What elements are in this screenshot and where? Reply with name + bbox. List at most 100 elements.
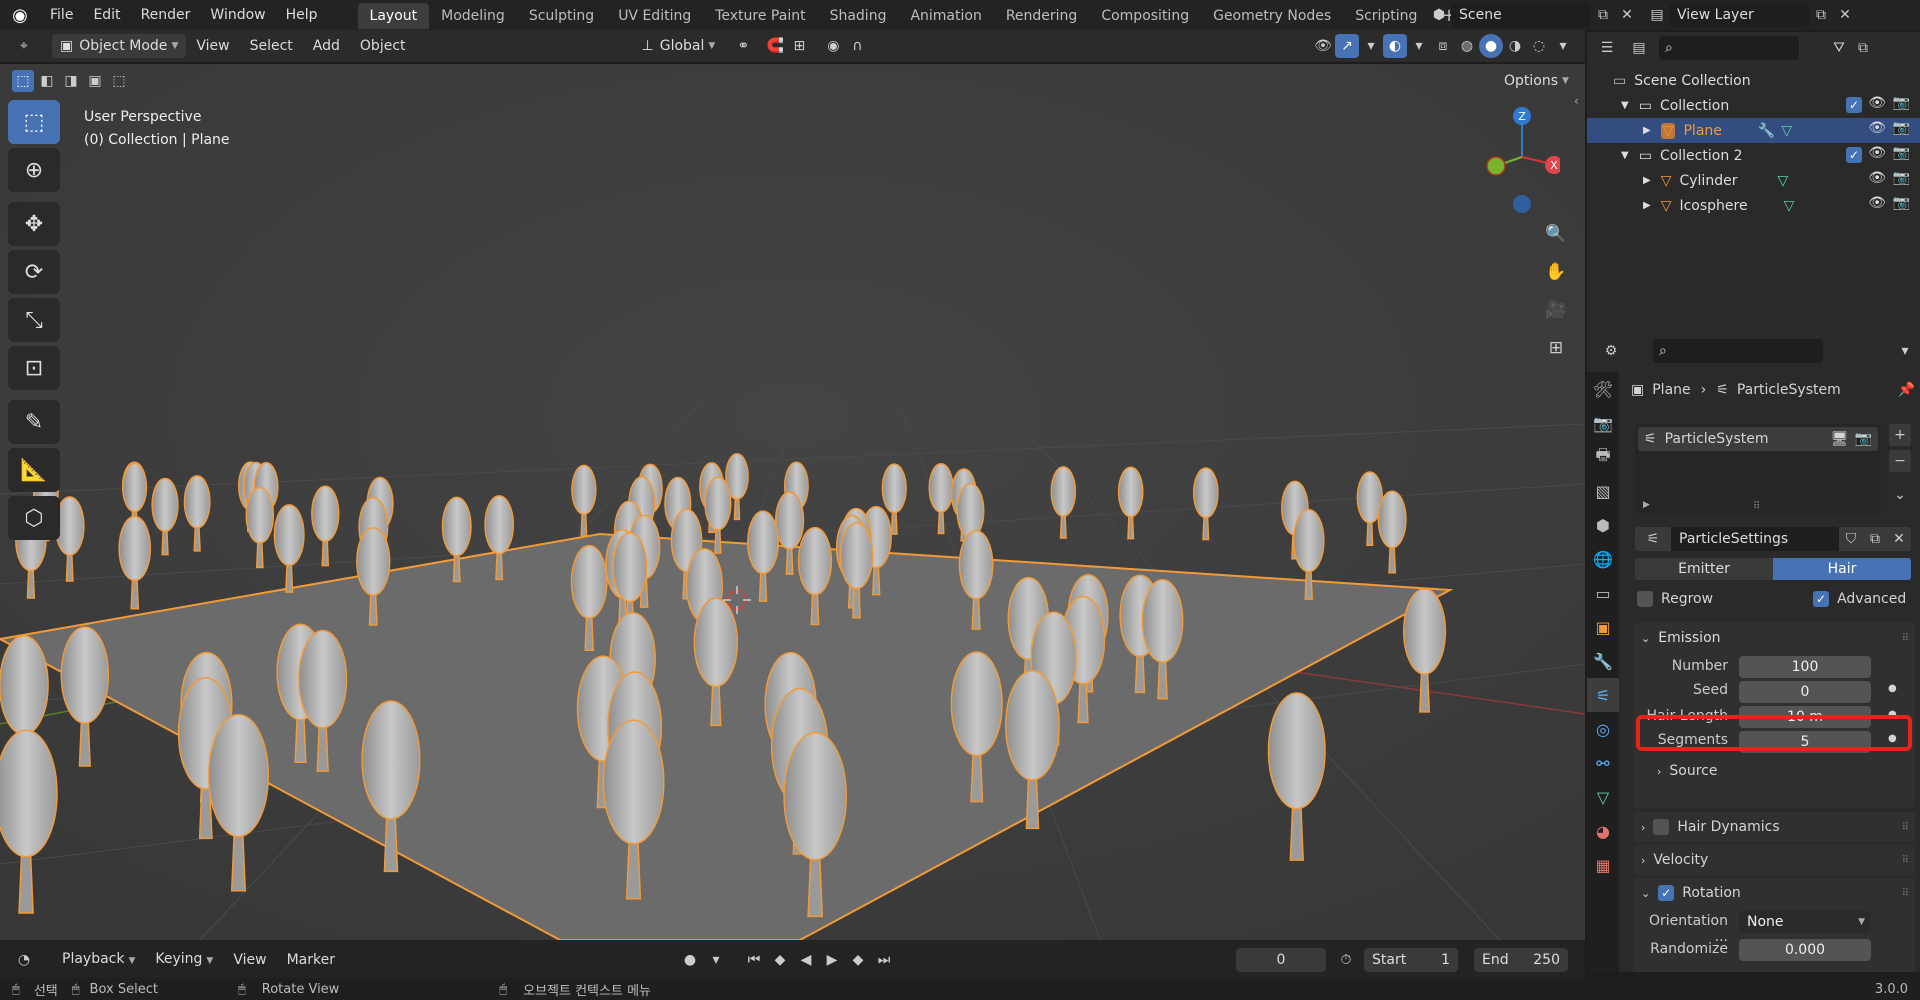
menu-timeline-view[interactable]: View (223, 945, 276, 975)
next-keyframe-icon[interactable]: ◆ (846, 948, 870, 972)
display-mode-icon[interactable]: ▤ (1627, 36, 1651, 60)
modifier-tab-icon[interactable]: 🔧 (1587, 644, 1619, 678)
fake-user-shield-icon[interactable]: ⛉ (1839, 527, 1863, 551)
mesh-data-icon[interactable]: ▽ (1781, 123, 1792, 139)
scene-icon[interactable]: ⬢ (1427, 3, 1451, 27)
collection-checkbox[interactable]: ✓ (1846, 147, 1862, 163)
start-frame-field[interactable]: Start 1 (1364, 948, 1458, 972)
render-camera-icon[interactable]: 📷 (1893, 145, 1910, 161)
select-subtract-icon[interactable]: ◨ (60, 70, 82, 92)
tab-geometry-nodes[interactable]: Geometry Nodes (1201, 3, 1343, 29)
properties-editor-type-icon[interactable]: ⚙ (1599, 339, 1623, 363)
jump-end-icon[interactable]: ⏭ (872, 948, 896, 972)
object-tab-icon[interactable]: ▣ (1587, 610, 1619, 644)
tab-modeling[interactable]: Modeling (429, 3, 517, 29)
outliner-row-collection-2[interactable]: ▼ ▭ Collection 2 ✓ 👁 📷 (1587, 143, 1920, 168)
menu-object[interactable]: Object (350, 31, 416, 61)
physics-tab-icon[interactable]: ◎ (1587, 712, 1619, 746)
scene-collection-row[interactable]: ▭ Scene Collection (1587, 68, 1920, 93)
seed-field[interactable]: 0 (1739, 681, 1871, 703)
editor-type-icon[interactable]: ⌖ (12, 34, 36, 58)
hair-type-button[interactable]: Hair (1773, 558, 1911, 580)
select-new-icon[interactable]: ⬚ (12, 70, 34, 92)
list-resize-handle[interactable]: ⠿ (1753, 501, 1760, 512)
y-axis-ball[interactable] (1486, 156, 1506, 176)
camera-view-icon[interactable]: 🎥 (1541, 295, 1571, 325)
expand-icon[interactable]: ▶ (1643, 200, 1651, 211)
visibility-icon[interactable]: 👁 (1311, 34, 1335, 58)
snap-icon[interactable]: 🧲 (763, 34, 787, 58)
menu-edit[interactable]: Edit (83, 0, 130, 30)
select-intersect-icon[interactable]: ⬚ (108, 70, 130, 92)
settings-browse-icon[interactable]: ⚟ (1635, 527, 1671, 551)
new-view-layer-icon[interactable]: ⧉ (1809, 3, 1833, 27)
rotation-panel-header[interactable]: ⌄ ✓ Rotation ⠿ (1633, 878, 1915, 908)
rotation-checkbox[interactable]: ✓ (1658, 885, 1675, 901)
panel-drag-handle[interactable]: ⠿ (1902, 888, 1909, 899)
material-tab-icon[interactable]: ◕ (1587, 814, 1619, 848)
visibility-eye-icon[interactable]: 👁 (1868, 145, 1886, 161)
snap-target-icon[interactable]: ⊞ (787, 34, 811, 58)
menu-view[interactable]: View (186, 31, 239, 61)
expand-icon[interactable]: ▼ (1621, 100, 1629, 111)
expand-icon[interactable]: ▼ (1621, 150, 1629, 161)
end-frame-field[interactable]: End 250 (1474, 948, 1568, 972)
rendered-shading-icon[interactable]: ◌ (1527, 34, 1551, 58)
expand-chevron-icon[interactable]: › (1641, 821, 1645, 834)
current-frame-field[interactable]: 0 (1236, 948, 1326, 972)
visibility-eye-icon[interactable]: 👁 (1868, 170, 1886, 186)
timeline-editor-type-icon[interactable]: ◔ (12, 948, 36, 972)
orientation-axis-dropdown[interactable]: None ▼ (1739, 911, 1871, 933)
render-camera-icon[interactable]: 📷 (1893, 120, 1910, 136)
texture-tab-icon[interactable]: ▦ (1587, 848, 1619, 882)
outliner-row-plane[interactable]: ▶ ▽ Plane 🔧 ▽ 👁 📷 (1587, 118, 1920, 143)
zoom-icon[interactable]: 🔍 (1541, 219, 1571, 249)
world-tab-icon[interactable]: 🌐 (1587, 542, 1619, 576)
gizmo-toggle-icon[interactable]: ↗ (1335, 34, 1359, 58)
annotate-tool-icon[interactable]: ✎ (8, 400, 60, 444)
navigation-gizmo[interactable]: Z X (1470, 104, 1560, 214)
show-render-icon[interactable]: 📷 (1855, 431, 1872, 447)
render-camera-icon[interactable]: 📷 (1893, 195, 1910, 211)
transform-tool-icon[interactable]: ⊡ (8, 346, 60, 390)
show-viewport-icon[interactable]: 🖥 (1831, 431, 1849, 447)
select-extend-icon[interactable]: ◧ (36, 70, 58, 92)
scene-tab-icon[interactable]: ⬢ (1587, 508, 1619, 542)
panel-drag-handle[interactable]: ⠿ (1902, 822, 1909, 833)
number-field[interactable]: 100 (1739, 656, 1871, 678)
pan-hand-icon[interactable]: ✋ (1541, 257, 1571, 287)
panel-drag-handle[interactable]: ⠿ (1902, 633, 1909, 644)
properties-search-input[interactable]: ⌕ (1653, 339, 1823, 363)
keyframe-dot-icon[interactable]: ● (1888, 683, 1897, 694)
output-tab-icon[interactable]: 🖶 (1587, 440, 1619, 474)
new-scene-icon[interactable]: ⧉ (1591, 3, 1615, 27)
source-subpanel[interactable]: › Source (1633, 755, 1915, 787)
outliner-row-collection[interactable]: ▼ ▭ Collection ✓ 👁 📷 (1587, 93, 1920, 118)
render-tab-icon[interactable]: 📷 (1587, 406, 1619, 440)
menu-help[interactable]: Help (276, 0, 328, 30)
shading-menu-icon[interactable]: ▾ (1551, 34, 1575, 58)
play-reverse-icon[interactable]: ◀ (794, 948, 818, 972)
expand-chevron-icon[interactable]: › (1657, 765, 1661, 778)
regrow-checkbox[interactable] (1637, 591, 1653, 607)
prev-keyframe-icon[interactable]: ◆ (768, 948, 792, 972)
tab-animation[interactable]: Animation (898, 3, 993, 29)
modifier-wrench-icon[interactable]: 🔧 (1758, 123, 1775, 139)
jump-start-icon[interactable]: ⏮ (742, 948, 766, 972)
outliner-row-icosphere[interactable]: ▶ ▽ Icosphere ▽ 👁 📷 (1587, 193, 1920, 218)
perspective-toggle-icon[interactable]: ⊞ (1541, 333, 1571, 363)
delete-scene-icon[interactable]: ✕ (1615, 3, 1639, 27)
add-cube-tool-icon[interactable]: ⬡ (8, 496, 60, 540)
menu-select[interactable]: Select (240, 31, 303, 61)
falloff-icon[interactable]: ∩ (845, 34, 869, 58)
stopwatch-icon[interactable]: ⏱ (1334, 948, 1358, 972)
mesh-data-icon[interactable]: ▽ (1777, 173, 1788, 189)
record-icon[interactable]: ● (678, 948, 702, 972)
neg-z-axis-ball[interactable] (1513, 195, 1531, 213)
menu-render[interactable]: Render (131, 0, 201, 30)
tab-texture-paint[interactable]: Texture Paint (703, 3, 817, 29)
sidebar-toggle-icon[interactable]: ‹ (1574, 94, 1579, 108)
tab-layout[interactable]: Layout (357, 3, 430, 29)
particle-system-item[interactable]: ⚟ ParticleSystem 🖥 📷 (1638, 427, 1878, 451)
menu-window[interactable]: Window (200, 0, 275, 30)
